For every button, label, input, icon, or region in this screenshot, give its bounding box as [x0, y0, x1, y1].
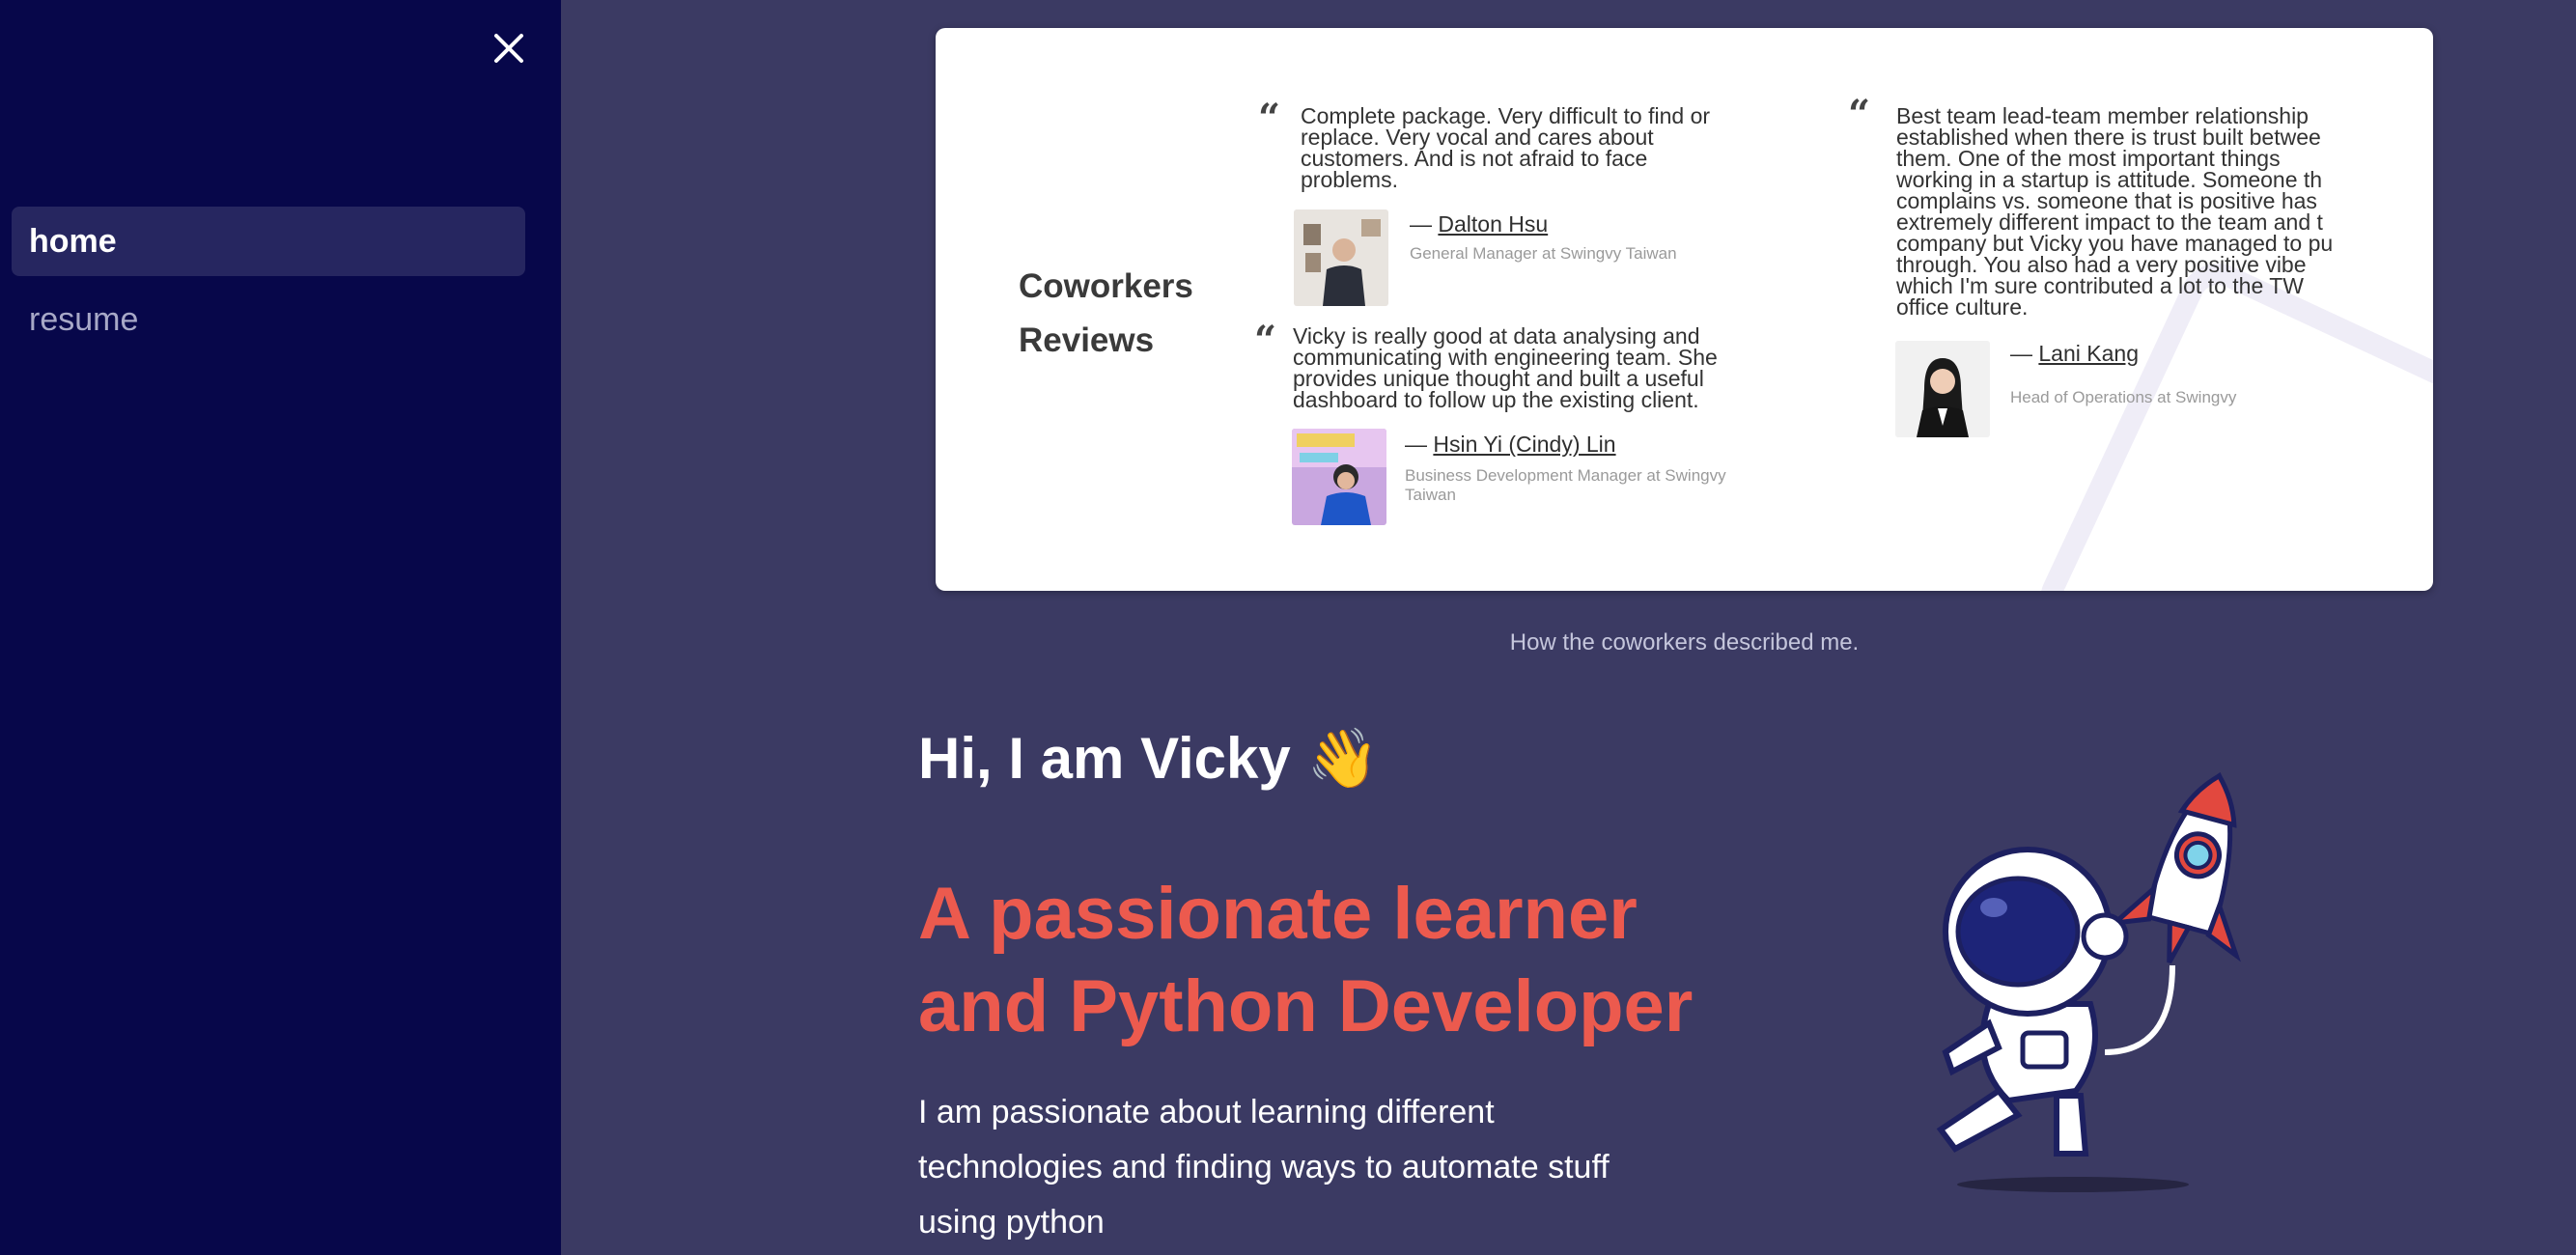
author-photo-cindy — [1292, 429, 1386, 525]
author-role: General Manager at Swingvy Taiwan — [1410, 244, 1677, 263]
quote-icon: “ — [1254, 318, 1277, 363]
nav-item-home[interactable]: home — [12, 207, 525, 276]
author-name: — Hsin Yi (Cindy) Lin — [1405, 432, 1616, 457]
headline: A passionate learner and Python Develope… — [918, 873, 1694, 1047]
close-icon — [494, 34, 523, 63]
reviews-title: Coworkers Reviews — [1019, 267, 1193, 359]
review-quote: Vicky is really good at data analysing a… — [1293, 323, 1718, 412]
review-quote: Complete package. Very difficult to find… — [1301, 103, 1711, 192]
image-caption: How the coworkers described me. — [1509, 629, 1860, 655]
quote-icon: “ — [1258, 96, 1281, 141]
close-sidebar-button[interactable] — [488, 27, 530, 70]
author-photo-dalton — [1294, 209, 1388, 306]
author-role: Head of Operations at Swingvy — [2010, 388, 2237, 406]
coworkers-reviews-image: Coworkers Reviews “ Complete package. Ve… — [936, 28, 2433, 591]
astronaut-rocket-illustration — [1936, 771, 2241, 1192]
author-role: Business Development Manager at Swingvy … — [1405, 466, 1726, 504]
quote-icon: “ — [1848, 92, 1871, 137]
intro-text: I am passionate about learning different… — [918, 1094, 1610, 1241]
nav-item-resume[interactable]: resume — [12, 285, 525, 354]
sidebar: home resume — [0, 0, 561, 1255]
greeting-heading: Hi, I am Vicky 👋 — [918, 726, 1380, 791]
review-quote: Best team lead-team member relationship … — [1896, 105, 2334, 318]
author-name: — Lani Kang — [2010, 341, 2139, 366]
author-photo-lani — [1895, 341, 1990, 437]
author-name: — Dalton Hsu — [1410, 211, 1549, 237]
